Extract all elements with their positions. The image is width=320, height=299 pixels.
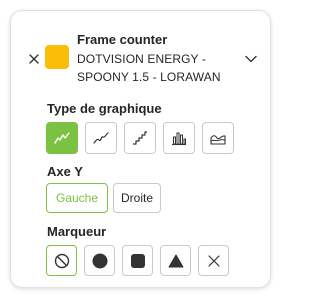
- series-title: Frame counter: [77, 32, 168, 47]
- series-subtitle-line1: DOTVISION ENERGY -: [77, 52, 206, 66]
- bar-chart-icon: [172, 132, 186, 146]
- step-line-icon: [133, 131, 147, 145]
- y-axis-options: Gauche Droite: [46, 183, 161, 213]
- chevron-down-icon[interactable]: [244, 54, 258, 64]
- series-settings-card: Frame counter DOTVISION ENERGY - SPOONY …: [10, 10, 271, 288]
- marker-circle-button[interactable]: [84, 245, 115, 276]
- line-icon: [54, 132, 70, 144]
- square-marker-icon: [130, 253, 145, 268]
- marker-options: [46, 245, 229, 276]
- series-header: Frame counter DOTVISION ENERGY - SPOONY …: [77, 31, 247, 86]
- close-icon[interactable]: [27, 52, 41, 66]
- series-subtitle-line2: SPOONY 1.5 - LORAWAN: [77, 70, 221, 84]
- no-marker-icon: [54, 253, 69, 268]
- series-color-swatch[interactable]: [45, 45, 69, 69]
- marker-triangle-button[interactable]: [160, 245, 191, 276]
- marker-none-button[interactable]: [46, 245, 77, 276]
- chart-type-step-line-button[interactable]: [124, 122, 156, 154]
- chart-type-area-button[interactable]: [202, 122, 234, 154]
- circle-marker-icon: [92, 253, 107, 268]
- triangle-marker-icon: [168, 254, 183, 267]
- chart-type-options: [46, 122, 234, 154]
- y-axis-label: Axe Y: [47, 164, 83, 179]
- y-axis-right-button[interactable]: Droite: [113, 183, 161, 213]
- smooth-line-icon: [93, 132, 109, 144]
- chart-type-line-button[interactable]: [46, 122, 78, 154]
- cross-marker-icon: [207, 254, 220, 267]
- chart-type-smooth-line-button[interactable]: [85, 122, 117, 154]
- area-chart-icon: [210, 135, 226, 145]
- marker-cross-button[interactable]: [198, 245, 229, 276]
- chart-type-bar-button[interactable]: [163, 122, 195, 154]
- y-axis-left-button[interactable]: Gauche: [46, 183, 108, 213]
- marker-square-button[interactable]: [122, 245, 153, 276]
- chart-type-label: Type de graphique: [47, 101, 162, 116]
- marker-label: Marqueur: [47, 224, 107, 239]
